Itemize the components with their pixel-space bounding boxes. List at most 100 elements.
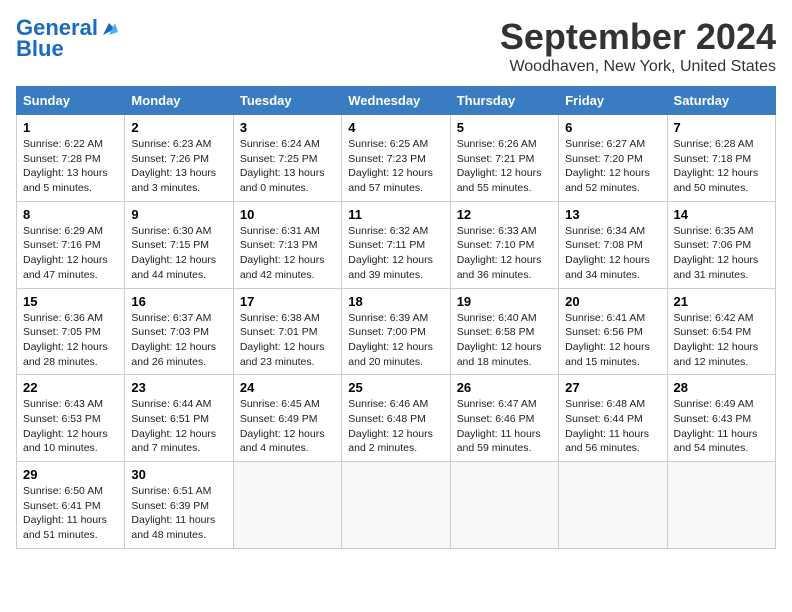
day-number: 18 bbox=[348, 294, 443, 309]
day-number: 9 bbox=[131, 207, 226, 222]
day-info: Sunrise: 6:42 AM Sunset: 6:54 PM Dayligh… bbox=[674, 311, 769, 370]
day-cell: 22 Sunrise: 6:43 AM Sunset: 6:53 PM Dayli… bbox=[17, 375, 125, 462]
day-cell bbox=[233, 462, 341, 549]
day-cell: 25 Sunrise: 6:46 AM Sunset: 6:48 PM Dayli… bbox=[342, 375, 450, 462]
day-cell: 6 Sunrise: 6:27 AM Sunset: 7:20 PM Daylig… bbox=[559, 115, 667, 202]
day-number: 5 bbox=[457, 120, 552, 135]
day-cell bbox=[559, 462, 667, 549]
day-number: 14 bbox=[674, 207, 769, 222]
col-header-friday: Friday bbox=[559, 87, 667, 115]
col-header-thursday: Thursday bbox=[450, 87, 558, 115]
day-number: 26 bbox=[457, 380, 552, 395]
day-number: 3 bbox=[240, 120, 335, 135]
day-number: 21 bbox=[674, 294, 769, 309]
day-cell: 27 Sunrise: 6:48 AM Sunset: 6:44 PM Dayli… bbox=[559, 375, 667, 462]
day-info: Sunrise: 6:27 AM Sunset: 7:20 PM Dayligh… bbox=[565, 137, 660, 196]
day-cell: 17 Sunrise: 6:38 AM Sunset: 7:01 PM Dayli… bbox=[233, 288, 341, 375]
day-cell: 15Sunrise: 6:36 AM Sunset: 7:05 PM Dayli… bbox=[17, 288, 125, 375]
location-title: Woodhaven, New York, United States bbox=[500, 58, 776, 76]
week-row-1: 1 Sunrise: 6:22 AM Sunset: 7:28 PM Daylig… bbox=[17, 115, 776, 202]
day-cell: 2 Sunrise: 6:23 AM Sunset: 7:26 PM Daylig… bbox=[125, 115, 233, 202]
day-cell: 14 Sunrise: 6:35 AM Sunset: 7:06 PM Dayli… bbox=[667, 201, 775, 288]
month-title: September 2024 bbox=[500, 16, 776, 58]
day-info: Sunrise: 6:50 AM Sunset: 6:41 PM Dayligh… bbox=[23, 484, 118, 543]
day-number: 6 bbox=[565, 120, 660, 135]
day-cell: 19 Sunrise: 6:40 AM Sunset: 6:58 PM Dayli… bbox=[450, 288, 558, 375]
day-cell: 26Sunrise: 6:47 AM Sunset: 6:46 PM Dayli… bbox=[450, 375, 558, 462]
day-info: Sunrise: 6:33 AM Sunset: 7:10 PM Dayligh… bbox=[457, 224, 552, 283]
day-number: 11 bbox=[348, 207, 443, 222]
day-number: 12 bbox=[457, 207, 552, 222]
logo: General Blue bbox=[16, 16, 118, 62]
day-cell: 23 Sunrise: 6:44 AM Sunset: 6:51 PM Dayli… bbox=[125, 375, 233, 462]
week-row-4: 22 Sunrise: 6:43 AM Sunset: 6:53 PM Dayli… bbox=[17, 375, 776, 462]
day-cell: 8 Sunrise: 6:29 AM Sunset: 7:16 PM Daylig… bbox=[17, 201, 125, 288]
day-info: Sunrise: 6:25 AM Sunset: 7:23 PM Dayligh… bbox=[348, 137, 443, 196]
day-info: Sunrise: 6:23 AM Sunset: 7:26 PM Dayligh… bbox=[131, 137, 226, 196]
day-cell: 18 Sunrise: 6:39 AM Sunset: 7:00 PM Dayli… bbox=[342, 288, 450, 375]
day-cell: 7Sunrise: 6:28 AM Sunset: 7:18 PM Daylig… bbox=[667, 115, 775, 202]
day-number: 10 bbox=[240, 207, 335, 222]
day-cell: 9 Sunrise: 6:30 AM Sunset: 7:15 PM Daylig… bbox=[125, 201, 233, 288]
day-cell: 24 Sunrise: 6:45 AM Sunset: 6:49 PM Dayli… bbox=[233, 375, 341, 462]
day-number: 23 bbox=[131, 380, 226, 395]
day-info: Sunrise: 6:22 AM Sunset: 7:28 PM Dayligh… bbox=[23, 137, 118, 196]
day-info: Sunrise: 6:29 AM Sunset: 7:16 PM Dayligh… bbox=[23, 224, 118, 283]
day-info: Sunrise: 6:28 AM Sunset: 7:18 PM Dayligh… bbox=[674, 137, 769, 196]
header-row: SundayMondayTuesdayWednesdayThursdayFrid… bbox=[17, 87, 776, 115]
day-number: 2 bbox=[131, 120, 226, 135]
day-cell: 10 Sunrise: 6:31 AM Sunset: 7:13 PM Dayli… bbox=[233, 201, 341, 288]
day-info: Sunrise: 6:48 AM Sunset: 6:44 PM Dayligh… bbox=[565, 397, 660, 456]
col-header-monday: Monday bbox=[125, 87, 233, 115]
day-info: Sunrise: 6:51 AM Sunset: 6:39 PM Dayligh… bbox=[131, 484, 226, 543]
week-row-2: 8 Sunrise: 6:29 AM Sunset: 7:16 PM Daylig… bbox=[17, 201, 776, 288]
day-cell: 30 Sunrise: 6:51 AM Sunset: 6:39 PM Dayli… bbox=[125, 462, 233, 549]
day-info: Sunrise: 6:38 AM Sunset: 7:01 PM Dayligh… bbox=[240, 311, 335, 370]
day-number: 28 bbox=[674, 380, 769, 395]
day-info: Sunrise: 6:46 AM Sunset: 6:48 PM Dayligh… bbox=[348, 397, 443, 456]
day-cell: 12 Sunrise: 6:33 AM Sunset: 7:10 PM Dayli… bbox=[450, 201, 558, 288]
week-row-3: 15Sunrise: 6:36 AM Sunset: 7:05 PM Dayli… bbox=[17, 288, 776, 375]
day-cell: 3 Sunrise: 6:24 AM Sunset: 7:25 PM Daylig… bbox=[233, 115, 341, 202]
day-info: Sunrise: 6:49 AM Sunset: 6:43 PM Dayligh… bbox=[674, 397, 769, 456]
day-info: Sunrise: 6:26 AM Sunset: 7:21 PM Dayligh… bbox=[457, 137, 552, 196]
col-header-tuesday: Tuesday bbox=[233, 87, 341, 115]
day-cell: 11Sunrise: 6:32 AM Sunset: 7:11 PM Dayli… bbox=[342, 201, 450, 288]
day-cell: 28 Sunrise: 6:49 AM Sunset: 6:43 PM Dayli… bbox=[667, 375, 775, 462]
day-number: 29 bbox=[23, 467, 118, 482]
day-number: 19 bbox=[457, 294, 552, 309]
day-info: Sunrise: 6:40 AM Sunset: 6:58 PM Dayligh… bbox=[457, 311, 552, 370]
day-info: Sunrise: 6:45 AM Sunset: 6:49 PM Dayligh… bbox=[240, 397, 335, 456]
title-area: September 2024 Woodhaven, New York, Unit… bbox=[500, 16, 776, 76]
day-info: Sunrise: 6:44 AM Sunset: 6:51 PM Dayligh… bbox=[131, 397, 226, 456]
day-info: Sunrise: 6:30 AM Sunset: 7:15 PM Dayligh… bbox=[131, 224, 226, 283]
logo-icon bbox=[100, 20, 118, 38]
day-number: 1 bbox=[23, 120, 118, 135]
day-number: 25 bbox=[348, 380, 443, 395]
day-info: Sunrise: 6:35 AM Sunset: 7:06 PM Dayligh… bbox=[674, 224, 769, 283]
day-info: Sunrise: 6:34 AM Sunset: 7:08 PM Dayligh… bbox=[565, 224, 660, 283]
day-number: 4 bbox=[348, 120, 443, 135]
day-number: 8 bbox=[23, 207, 118, 222]
day-cell bbox=[667, 462, 775, 549]
day-number: 30 bbox=[131, 467, 226, 482]
day-info: Sunrise: 6:24 AM Sunset: 7:25 PM Dayligh… bbox=[240, 137, 335, 196]
day-info: Sunrise: 6:39 AM Sunset: 7:00 PM Dayligh… bbox=[348, 311, 443, 370]
day-cell bbox=[450, 462, 558, 549]
day-info: Sunrise: 6:43 AM Sunset: 6:53 PM Dayligh… bbox=[23, 397, 118, 456]
day-number: 22 bbox=[23, 380, 118, 395]
day-info: Sunrise: 6:31 AM Sunset: 7:13 PM Dayligh… bbox=[240, 224, 335, 283]
day-number: 16 bbox=[131, 294, 226, 309]
week-row-5: 29 Sunrise: 6:50 AM Sunset: 6:41 PM Dayli… bbox=[17, 462, 776, 549]
day-number: 27 bbox=[565, 380, 660, 395]
day-number: 24 bbox=[240, 380, 335, 395]
day-cell: 1 Sunrise: 6:22 AM Sunset: 7:28 PM Daylig… bbox=[17, 115, 125, 202]
day-cell bbox=[342, 462, 450, 549]
col-header-sunday: Sunday bbox=[17, 87, 125, 115]
day-number: 17 bbox=[240, 294, 335, 309]
day-cell: 5 Sunrise: 6:26 AM Sunset: 7:21 PM Daylig… bbox=[450, 115, 558, 202]
day-cell: 13Sunrise: 6:34 AM Sunset: 7:08 PM Dayli… bbox=[559, 201, 667, 288]
header: General Blue September 2024 Woodhaven, N… bbox=[16, 16, 776, 76]
day-cell: 21 Sunrise: 6:42 AM Sunset: 6:54 PM Dayli… bbox=[667, 288, 775, 375]
day-info: Sunrise: 6:37 AM Sunset: 7:03 PM Dayligh… bbox=[131, 311, 226, 370]
